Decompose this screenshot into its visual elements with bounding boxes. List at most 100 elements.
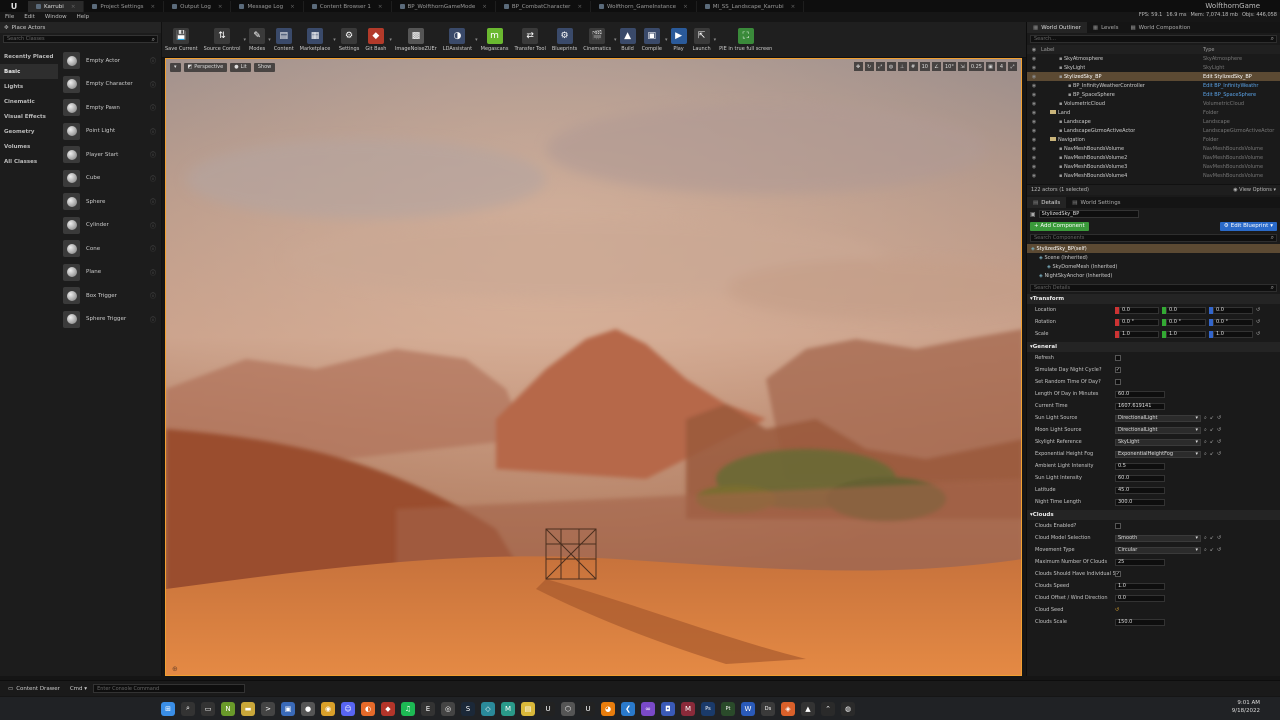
number-field[interactable]: 1607.619141 xyxy=(1115,402,1165,410)
outliner-row[interactable]: ◉ ▪ NavMeshBoundsVolume3 NavMeshBoundsVolu… xyxy=(1027,162,1280,171)
play-button[interactable]: ▶ Play xyxy=(668,22,690,58)
outliner-row[interactable]: ◉ ▪ SkyLight SkyLight xyxy=(1027,63,1280,72)
x-value-field[interactable]: 1.0 xyxy=(1119,330,1159,338)
outliner-row[interactable]: ◉ ▪ Landscape Landscape xyxy=(1027,117,1280,126)
category-all-classes[interactable]: All Classes xyxy=(0,154,58,169)
category-volumes[interactable]: Volumes xyxy=(0,139,58,154)
actor-class-item[interactable]: Box Trigger ⓘ xyxy=(59,284,161,308)
launch-button[interactable]: ⇱ Launch xyxy=(690,22,714,58)
z-component[interactable]: 0.0 xyxy=(1209,306,1253,314)
blender-icon[interactable]: ◕ xyxy=(601,701,615,716)
scale-tool-icon[interactable]: ⤢ xyxy=(875,62,885,71)
use-selected-icon[interactable]: ↙ xyxy=(1210,547,1214,553)
world-space-icon[interactable]: ◍ xyxy=(886,62,896,71)
z-value-field[interactable]: 0.0 ° xyxy=(1213,318,1253,326)
y-component[interactable]: 0.0 ° xyxy=(1162,318,1206,326)
outliner-row[interactable]: ◉ ▪ NavMeshBoundsVolume2 NavMeshBoundsVolu… xyxy=(1027,153,1280,162)
settings-button[interactable]: ⚙ Settings xyxy=(336,22,363,58)
unreal-engine-5-icon[interactable]: U xyxy=(581,701,595,716)
visibility-eye-icon[interactable]: ◉ xyxy=(1027,83,1041,89)
rotation-snap-value[interactable]: 10° xyxy=(942,62,956,71)
reset-arrow-icon[interactable]: ↺ xyxy=(1217,415,1221,421)
type-column-header[interactable]: Type xyxy=(1203,47,1214,53)
actor-class-item[interactable]: Empty Pawn ⓘ xyxy=(59,96,161,120)
marketplace-button[interactable]: ▦ Marketplace xyxy=(297,22,334,58)
x-component[interactable]: 0.0 xyxy=(1115,306,1159,314)
label-column-header[interactable]: Label xyxy=(1041,47,1055,53)
y-value-field[interactable]: 0.0 ° xyxy=(1166,318,1206,326)
compile-button[interactable]: ▣ Compile xyxy=(639,22,665,58)
components-search-input[interactable]: Search Components ⌕ xyxy=(1030,234,1277,242)
build-button[interactable]: ▲ Build xyxy=(617,22,639,58)
outliner-row[interactable]: ◉ ▪ BP_InfinityWeatherController Edit BP_I… xyxy=(1027,81,1280,90)
menu-edit[interactable]: Edit xyxy=(19,14,40,20)
megascans-button[interactable]: m Megascans xyxy=(478,22,512,58)
section-transform[interactable]: ▾ Transform xyxy=(1027,294,1280,304)
document-tab[interactable]: Karrubi × xyxy=(28,1,85,12)
search-asset-icon[interactable]: ⌕ xyxy=(1204,427,1207,433)
x-component[interactable]: 0.0 ° xyxy=(1115,318,1159,326)
number-field[interactable]: 1.0 xyxy=(1115,582,1165,590)
camera-speed-icon[interactable]: ▣ xyxy=(986,62,995,71)
app-icon-gray[interactable]: ⬡ xyxy=(561,701,575,716)
reset-arrow-icon[interactable]: ↺ xyxy=(1217,439,1221,445)
number-field[interactable]: 0.5 xyxy=(1115,462,1165,470)
transfer-tool-button[interactable]: ⇄ Transfer Tool xyxy=(511,22,548,58)
use-selected-icon[interactable]: ↙ xyxy=(1210,439,1214,445)
use-selected-icon[interactable]: ↙ xyxy=(1210,451,1214,457)
document-tab[interactable]: Message Log × xyxy=(231,1,304,12)
document-tab[interactable]: Content Browser 1 × xyxy=(304,1,392,12)
visibility-eye-icon[interactable]: ◉ xyxy=(1027,146,1041,152)
app-icon-orange[interactable]: ◈ xyxy=(781,701,795,716)
help-icon[interactable]: ⓘ xyxy=(150,56,156,65)
actor-class-item[interactable]: Sphere Trigger ⓘ xyxy=(59,308,161,332)
cinematics-button[interactable]: 🎬 Cinematics xyxy=(580,22,614,58)
use-selected-icon[interactable]: ↙ xyxy=(1210,415,1214,421)
help-icon[interactable]: ⓘ xyxy=(150,291,156,300)
discord-icon[interactable]: ☺ xyxy=(341,701,355,716)
category-cinematic[interactable]: Cinematic xyxy=(0,94,58,109)
z-value-field[interactable]: 1.0 xyxy=(1213,330,1253,338)
number-field[interactable]: 60.0 xyxy=(1115,390,1165,398)
number-field[interactable]: 60.0 xyxy=(1115,474,1165,482)
search-asset-icon[interactable]: ⌕ xyxy=(1204,415,1207,421)
outliner-row[interactable]: ◉ ▪ LandscapeGizmoActiveActor LandscapeGiz… xyxy=(1027,126,1280,135)
help-icon[interactable]: ⓘ xyxy=(150,244,156,253)
close-icon[interactable]: × xyxy=(378,4,383,10)
tab-world-settings[interactable]: ▤ World Settings xyxy=(1066,197,1126,208)
z-component[interactable]: 0.0 ° xyxy=(1209,318,1253,326)
outliner-row-type[interactable]: Edit BP_SpaceSphere xyxy=(1203,92,1277,98)
reset-arrow-icon[interactable]: ↺ xyxy=(1217,547,1221,553)
scene-render[interactable]: ⊕ xyxy=(166,59,1022,676)
camera-speed-value[interactable]: 4 xyxy=(997,62,1006,71)
actor-class-item[interactable]: Point Light ⓘ xyxy=(59,120,161,144)
y-component[interactable]: 1.0 xyxy=(1162,330,1206,338)
visibility-eye-icon[interactable]: ◉ xyxy=(1027,173,1041,179)
help-icon[interactable]: ⓘ xyxy=(150,221,156,230)
section-general[interactable]: ▾ General xyxy=(1027,342,1280,352)
visibility-eye-icon[interactable]: ◉ xyxy=(1027,110,1041,116)
menu-window[interactable]: Window xyxy=(40,14,72,20)
outliner-row[interactable]: ◉ ▪ BP_SpaceSphere Edit BP_SpaceSphere xyxy=(1027,90,1280,99)
category-recently-placed[interactable]: Recently Placed xyxy=(0,49,58,64)
modes-button[interactable]: ✎ Modes xyxy=(246,22,268,58)
dropdown[interactable]: Smooth ▾ xyxy=(1115,534,1201,542)
close-icon[interactable]: × xyxy=(218,4,223,10)
app-icon-blue[interactable]: ◘ xyxy=(661,701,675,716)
windows-start-icon[interactable]: ⊞ xyxy=(161,701,175,716)
github-icon[interactable]: ◎ xyxy=(441,701,455,716)
x-component[interactable]: 1.0 xyxy=(1115,330,1159,338)
system-clock[interactable]: 9:01 AM 9/18/2022 xyxy=(1232,699,1260,715)
use-selected-icon[interactable]: ↙ xyxy=(1210,535,1214,541)
content-button[interactable]: ▤ Content xyxy=(271,22,297,58)
help-icon[interactable]: ⓘ xyxy=(150,150,156,159)
add-component-button[interactable]: + Add Component xyxy=(1030,221,1089,231)
category-basic[interactable]: Basic xyxy=(0,64,58,79)
menu-help[interactable]: Help xyxy=(72,14,95,20)
close-icon[interactable]: × xyxy=(577,4,582,10)
checkbox[interactable] xyxy=(1115,355,1121,361)
dropdown[interactable]: Circular ▾ xyxy=(1115,546,1201,554)
substance-designer-icon[interactable]: Ds xyxy=(761,701,775,716)
rotation-snap-icon[interactable]: ∠ xyxy=(931,62,941,71)
y-value-field[interactable]: 0.0 xyxy=(1166,306,1206,314)
